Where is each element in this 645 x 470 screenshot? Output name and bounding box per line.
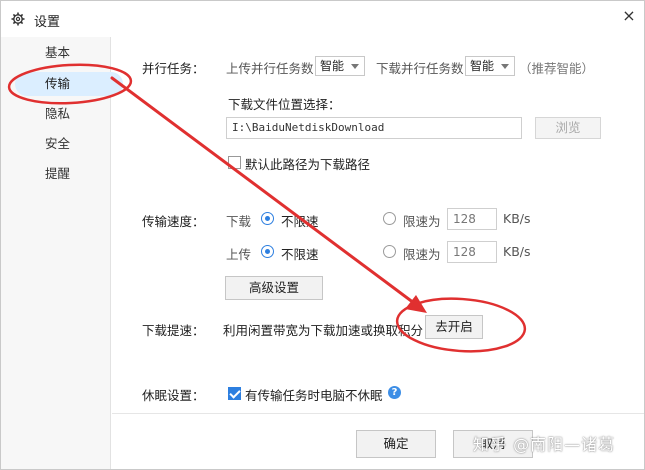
ok-button[interactable]: 确定 <box>356 430 436 458</box>
default-path-label: 默认此路径为下载路径 <box>245 157 371 172</box>
download-unlimited-radio[interactable] <box>261 212 274 225</box>
enable-boost-button[interactable]: 去开启 <box>425 315 483 339</box>
download-parallel-value: 智能 <box>470 59 495 73</box>
sidebar-item-security[interactable]: 安全 <box>1 132 111 156</box>
upload-parallel-label: 上传并行任务数 <box>226 61 314 76</box>
default-path-checkbox[interactable] <box>228 156 241 169</box>
parallel-hint: （推荐智能） <box>519 61 595 76</box>
sidebar-item-basic[interactable]: 基本 <box>1 41 111 65</box>
download-parallel-label: 下载并行任务数 <box>376 61 464 76</box>
download-limit-input[interactable]: 128 <box>447 208 497 230</box>
download-path-field[interactable]: I:\BaiduNetdiskDownload <box>226 117 522 139</box>
prevent-sleep-checkbox[interactable] <box>228 387 241 400</box>
title-bar: 设置 × <box>1 1 644 37</box>
upload-limit-radio[interactable] <box>383 245 396 258</box>
upload-limit-input[interactable]: 128 <box>447 241 497 263</box>
watermark: 知乎 @南阳—诸葛 <box>473 435 616 454</box>
help-icon[interactable]: ? <box>388 386 401 399</box>
upload-unlimited-label: 不限速 <box>281 247 319 262</box>
download-limit-unit: KB/s <box>503 211 531 226</box>
upload-parallel-select[interactable]: 智能 <box>315 56 365 76</box>
footer-divider <box>112 413 644 414</box>
download-unlimited-label: 不限速 <box>281 214 319 229</box>
window-title: 设置 <box>34 15 61 30</box>
close-button[interactable]: × <box>617 5 641 27</box>
settings-sidebar: 基本 传输 隐私 安全 提醒 <box>1 37 123 469</box>
download-parallel-select[interactable]: 智能 <box>465 56 515 76</box>
upload-limit-label: 限速为 <box>403 247 441 262</box>
chevron-down-icon <box>351 64 359 69</box>
download-speed-label: 下载 <box>226 214 252 229</box>
advanced-settings-button[interactable]: 高级设置 <box>225 276 323 300</box>
gear-icon <box>11 12 25 26</box>
download-location-label: 下载文件位置选择： <box>228 97 341 112</box>
prevent-sleep-label: 有传输任务时电脑不休眠 <box>245 388 383 403</box>
sidebar-item-transfer[interactable]: 传输 <box>15 72 123 96</box>
download-boost-description: 利用闲置带宽为下载加速或换取积分 <box>223 323 424 338</box>
download-boost-label: 下载提速： <box>142 323 205 338</box>
transfer-speed-label: 传输速度： <box>142 214 205 229</box>
upload-speed-label: 上传 <box>226 247 252 262</box>
upload-parallel-value: 智能 <box>320 59 345 73</box>
upload-unlimited-radio[interactable] <box>261 245 274 258</box>
settings-window: 设置 × 基本 传输 隐私 安全 提醒 并行任务： 上传并行任务数 智能 下载并… <box>0 0 645 470</box>
chevron-down-icon <box>501 64 509 69</box>
sleep-settings-label: 休眠设置： <box>142 388 205 403</box>
download-limit-radio[interactable] <box>383 212 396 225</box>
browse-button[interactable]: 浏览 <box>535 117 601 139</box>
sidebar-item-privacy[interactable]: 隐私 <box>1 102 111 126</box>
download-limit-label: 限速为 <box>403 214 441 229</box>
parallel-tasks-label: 并行任务： <box>142 61 205 76</box>
sidebar-item-reminder[interactable]: 提醒 <box>1 162 111 186</box>
upload-limit-unit: KB/s <box>503 244 531 259</box>
